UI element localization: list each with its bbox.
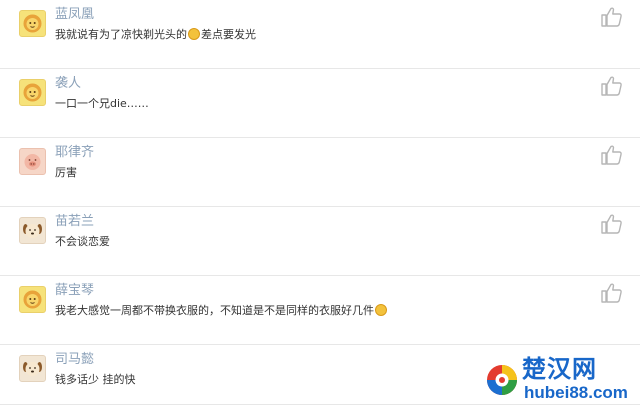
comment-author[interactable]: 苗若兰	[55, 213, 94, 230]
comment-item: 薛宝琴 我老大感觉一周都不带换衣服的，不知道是不是同样的衣服好几件	[0, 276, 640, 345]
thumbs-up-icon[interactable]	[600, 213, 624, 235]
comment-item: 耶律齐 厉害	[0, 138, 640, 207]
comment-text: 钱多话少 挂的快	[55, 373, 136, 386]
comment-author[interactable]: 蓝凤凰	[55, 6, 94, 23]
comment-item: 蓝凤凰 我就说有为了凉快剃光头的 差点要发光	[0, 0, 640, 69]
chuhan-logo-icon	[484, 362, 520, 398]
watermark-url: hubei88.com	[524, 383, 628, 402]
comment-text: 我老大感觉一周都不带换衣服的，不知道是不是同样的衣服好几件	[55, 303, 388, 318]
sweat-smile-emoji-icon	[188, 28, 200, 40]
comment-text: 我就说有为了凉快剃光头的 差点要发光	[55, 28, 256, 41]
watermark-title: 楚汉网	[522, 355, 597, 383]
laughing-emoji-icon	[375, 304, 387, 316]
pig-avatar-icon[interactable]	[19, 148, 46, 175]
comment-text: 厉害	[55, 166, 77, 179]
comment-item: 苗若兰 不会谈恋爱	[0, 207, 640, 276]
comment-author[interactable]: 薛宝琴	[55, 282, 94, 299]
lion-avatar-icon[interactable]	[19, 79, 46, 106]
comment-list: 蓝凤凰 我就说有为了凉快剃光头的 差点要发光 袭人 一口一个兄die…… 耶律齐 …	[0, 0, 640, 405]
dog-avatar-icon[interactable]	[19, 355, 46, 382]
comment-text: 不会谈恋爱	[55, 235, 110, 248]
thumbs-up-icon[interactable]	[600, 282, 624, 304]
comment-author[interactable]: 耶律齐	[55, 144, 94, 161]
dog-avatar-icon[interactable]	[19, 217, 46, 244]
thumbs-up-icon[interactable]	[600, 6, 624, 28]
lion-avatar-icon[interactable]	[19, 286, 46, 313]
lion-avatar-icon[interactable]	[19, 10, 46, 37]
thumbs-up-icon[interactable]	[600, 75, 624, 97]
comment-text: 一口一个兄die……	[55, 97, 149, 110]
comment-author[interactable]: 司马懿	[55, 351, 94, 368]
site-watermark: 楚汉网 hubei88.com	[480, 356, 640, 405]
thumbs-up-icon[interactable]	[600, 144, 624, 166]
comment-author[interactable]: 袭人	[55, 75, 81, 92]
comment-item: 袭人 一口一个兄die……	[0, 69, 640, 138]
